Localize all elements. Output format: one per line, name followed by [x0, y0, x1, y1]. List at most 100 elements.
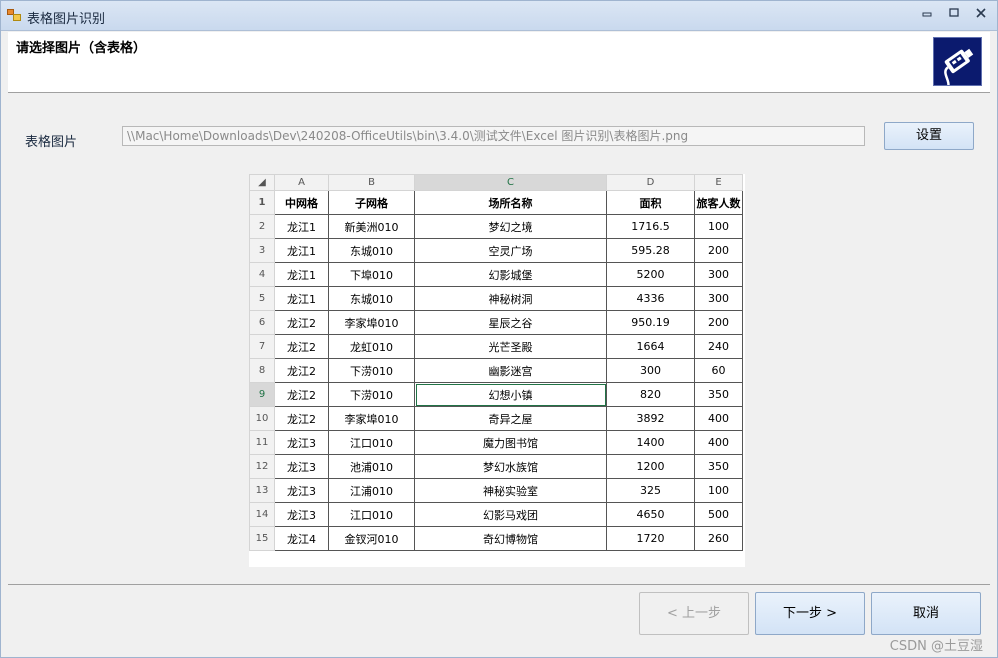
title-bar: 表格图片识别 [1, 1, 997, 31]
table-cell: 100 [694, 214, 743, 239]
next-step-button[interactable]: 下一步 > [755, 592, 865, 635]
table-cell: 1720 [606, 526, 695, 551]
table-cell: 200 [694, 310, 743, 335]
table-cell: 龙虹010 [328, 334, 415, 359]
column-header: B [328, 174, 415, 191]
header-cell: 中网格 [274, 190, 329, 215]
table-cell: 龙江3 [274, 454, 329, 479]
table-cell: 龙江1 [274, 286, 329, 311]
page-title: 请选择图片（含表格） [16, 41, 147, 56]
row-number: 14 [249, 502, 275, 527]
close-button[interactable] [972, 7, 990, 23]
table-row: 2 龙江1 新美洲010 梦幻之境 1716.5 100 [249, 214, 743, 239]
table-cell: 400 [694, 430, 743, 455]
table-cell: 光芒圣殿 [414, 334, 607, 359]
table-cell: 1664 [606, 334, 695, 359]
table-cell: 东城010 [328, 238, 415, 263]
column-header: E [694, 174, 743, 191]
row-number: 6 [249, 310, 275, 335]
table-header-row: 1 中网格 子网格 场所名称 面积 旅客人数 [249, 190, 743, 215]
table-cell: 龙江1 [274, 238, 329, 263]
image-path-label: 表格图片 [25, 135, 78, 150]
table-row: 14 龙江3 江口010 幻影马戏团 4650 500 [249, 502, 743, 527]
header-cell: 场所名称 [414, 190, 607, 215]
row-number: 9 [249, 382, 275, 407]
image-path-field[interactable]: \\Mac\Home\Downloads\Dev\240208-OfficeUt… [122, 126, 865, 146]
table-cell: 4650 [606, 502, 695, 527]
table-cell: 龙江2 [274, 406, 329, 431]
minimize-button[interactable] [918, 7, 936, 23]
column-header-row: ◢ A B C D E [249, 174, 743, 191]
table-cell: 300 [694, 286, 743, 311]
row-number: 11 [249, 430, 275, 455]
table-row: 10 龙江2 李家埠010 奇异之屋 3892 400 [249, 406, 743, 431]
table-cell: 魔力图书馆 [414, 430, 607, 455]
table-cell: 李家埠010 [328, 406, 415, 431]
table-cell: 奇异之屋 [414, 406, 607, 431]
table-cell: 李家埠010 [328, 310, 415, 335]
row-number: 5 [249, 286, 275, 311]
table-cell: 60 [694, 358, 743, 383]
table-cell: 1200 [606, 454, 695, 479]
table-row: 7 龙江2 龙虹010 光芒圣殿 1664 240 [249, 334, 743, 359]
table-cell: 下埠010 [328, 262, 415, 287]
table-cell: 820 [606, 382, 695, 407]
table-cell: 950.19 [606, 310, 695, 335]
table-row: 11 龙江3 江口010 魔力图书馆 1400 400 [249, 430, 743, 455]
table-row: 5 龙江1 东城010 神秘树洞 4336 300 [249, 286, 743, 311]
table-cell: 幽影迷宫 [414, 358, 607, 383]
previous-step-button[interactable]: < 上一步 [639, 592, 749, 635]
table-cell: 新美洲010 [328, 214, 415, 239]
row-number: 12 [249, 454, 275, 479]
table-cell: 龙江2 [274, 334, 329, 359]
row-number: 15 [249, 526, 275, 551]
table-cell: 240 [694, 334, 743, 359]
table-cell: 300 [606, 358, 695, 383]
table-cell: 龙江3 [274, 430, 329, 455]
watermark: CSDN @土豆湿 [889, 639, 983, 654]
wizard-logo [933, 37, 982, 86]
table-cell: 空灵广场 [414, 238, 607, 263]
column-header: A [274, 174, 329, 191]
table-row: 8 龙江2 下涝010 幽影迷宫 300 60 [249, 358, 743, 383]
row-number: 8 [249, 358, 275, 383]
app-icon [7, 9, 21, 21]
table-cell: 下涝010 [328, 382, 415, 407]
table-cell: 金钗河010 [328, 526, 415, 551]
column-header: D [606, 174, 695, 191]
table-cell: 1716.5 [606, 214, 695, 239]
table-cell: 奇幻博物馆 [414, 526, 607, 551]
table-cell: 龙江3 [274, 502, 329, 527]
row-number: 3 [249, 238, 275, 263]
spreadsheet-preview: ◢ A B C D E 1 中网格 子网格 场所名称 面积 旅客人数 2 龙江1 新… [249, 174, 743, 551]
select-all-corner: ◢ [249, 174, 275, 191]
wizard-header: 请选择图片（含表格） [8, 32, 990, 93]
table-row: 13 龙江3 江浦010 神秘实验室 325 100 [249, 478, 743, 503]
table-cell: 5200 [606, 262, 695, 287]
table-row: 3 龙江1 东城010 空灵广场 595.28 200 [249, 238, 743, 263]
settings-button[interactable]: 设置 [884, 122, 974, 150]
table-cell: 东城010 [328, 286, 415, 311]
table-cell: 江口010 [328, 502, 415, 527]
header-cell: 面积 [606, 190, 695, 215]
header-cell: 子网格 [328, 190, 415, 215]
table-image-preview: ◢ A B C D E 1 中网格 子网格 场所名称 面积 旅客人数 2 龙江1 新… [249, 174, 745, 567]
maximize-button[interactable] [945, 7, 963, 23]
table-row: 12 龙江3 池浦010 梦幻水族馆 1200 350 [249, 454, 743, 479]
wizard-window: 表格图片识别 请选择图片（含表格） 表格图片 \\Mac\Home\Downlo… [0, 0, 998, 658]
table-row: 6 龙江2 李家埠010 星辰之谷 950.19 200 [249, 310, 743, 335]
table-cell: 龙江1 [274, 262, 329, 287]
table-cell: 下涝010 [328, 358, 415, 383]
table-cell: 梦幻水族馆 [414, 454, 607, 479]
table-cell: 江浦010 [328, 478, 415, 503]
table-cell: 1400 [606, 430, 695, 455]
close-icon [976, 8, 986, 18]
table-row: 15 龙江4 金钗河010 奇幻博物馆 1720 260 [249, 526, 743, 551]
row-number: 13 [249, 478, 275, 503]
table-cell: 595.28 [606, 238, 695, 263]
maximize-icon [949, 8, 959, 17]
table-cell: 龙江2 [274, 358, 329, 383]
table-cell: 池浦010 [328, 454, 415, 479]
usb-plug-icon [944, 48, 974, 86]
cancel-button[interactable]: 取消 [871, 592, 981, 635]
